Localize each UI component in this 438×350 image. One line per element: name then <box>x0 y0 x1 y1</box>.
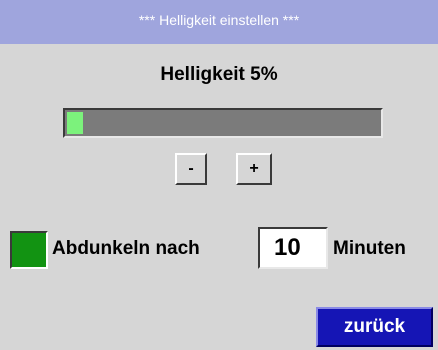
increase-brightness-button[interactable]: + <box>236 153 272 185</box>
decrease-brightness-button[interactable]: - <box>175 153 207 185</box>
dimming-minutes-field[interactable]: 10 <box>258 227 328 269</box>
title-bar: *** Helligkeit einstellen *** <box>0 0 438 44</box>
brightness-bar-fill <box>67 112 83 134</box>
brightness-label: Helligkeit 5% <box>160 64 278 85</box>
back-button[interactable]: zurück <box>316 307 433 347</box>
brightness-bar[interactable] <box>63 108 383 138</box>
brightness-settings-screen: *** Helligkeit einstellen *** Helligkeit… <box>0 0 438 350</box>
dimming-label: Abdunkeln nach <box>52 238 200 259</box>
minutes-unit-label: Minuten <box>333 238 406 259</box>
dimming-checkbox[interactable] <box>10 231 48 269</box>
